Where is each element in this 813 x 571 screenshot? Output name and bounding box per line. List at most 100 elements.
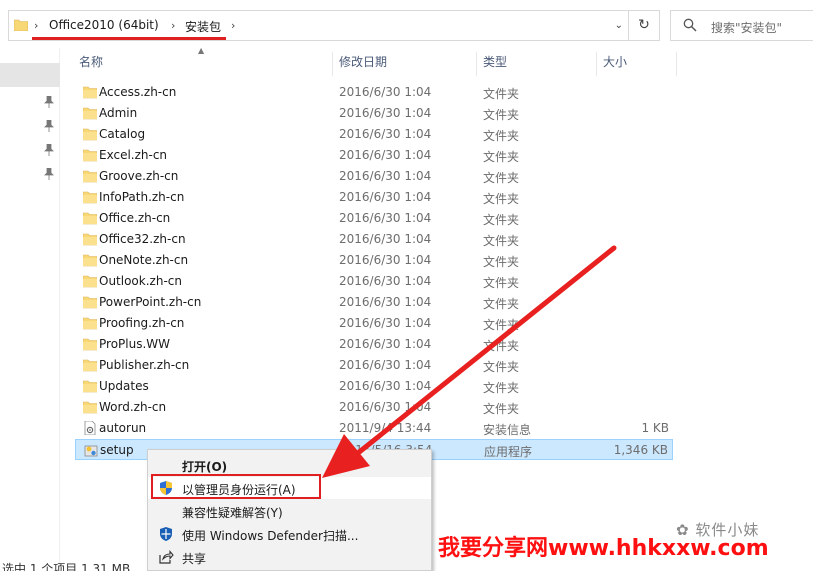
file-name: ProPlus.WW [99,337,171,351]
file-name: setup [100,443,134,457]
file-name: Groove.zh-cn [99,169,179,183]
folder-icon [14,19,28,31]
file-date: 2016/6/30 1:04 [339,358,432,372]
file-type: 文件夹 [483,276,520,290]
menu-item-share[interactable]: 共享 [148,546,431,568]
file-type: 文件夹 [483,129,520,143]
folder-icon [82,106,98,120]
file-name: Office32.zh-cn [99,232,186,246]
file-row[interactable]: Outlook.zh-cn 2016/6/30 1:04 文件夹 [75,271,673,292]
file-type: 文件夹 [483,360,520,374]
file-date: 2016/6/30 1:04 [339,85,432,99]
file-type: 安装信息 [483,423,532,437]
file-date: 2016/6/30 1:04 [339,232,432,246]
file-row[interactable]: Office.zh-cn 2016/6/30 1:04 文件夹 [75,208,673,229]
file-name: Office.zh-cn [99,211,171,225]
file-date: 2016/6/30 1:04 [339,106,432,120]
file-row[interactable]: Office32.zh-cn 2016/6/30 1:04 文件夹 [75,229,673,250]
file-date: 2016/6/30 1:04 [339,295,432,309]
file-type: 应用程序 [484,445,533,459]
file-row[interactable]: Access.zh-cn 2016/6/30 1:04 文件夹 [75,82,673,103]
file-row[interactable]: Catalog 2016/6/30 1:04 文件夹 [75,124,673,145]
file-type: 文件夹 [483,339,520,353]
search-box[interactable]: 搜索"安装包" [670,10,813,41]
settings-file-icon [83,420,97,436]
navigation-pane[interactable] [0,48,60,571]
pin-icon[interactable] [44,144,54,156]
column-header-size[interactable]: 大小 [597,52,677,76]
file-type: 文件夹 [483,381,520,395]
folder-icon [82,337,98,351]
file-row[interactable]: PowerPoint.zh-cn 2016/6/30 1:04 文件夹 [75,292,673,313]
file-row[interactable]: autorun 2011/9/4 13:44 安装信息 1 KB [75,418,673,439]
history-dropdown-icon[interactable]: ⌄ [615,20,623,31]
file-date: 2016/6/30 1:04 [339,169,432,183]
file-type: 文件夹 [483,108,520,122]
file-name: Access.zh-cn [99,85,177,99]
file-type: 文件夹 [483,318,520,332]
file-date: 2016/6/30 1:04 [339,127,432,141]
breadcrumb-item-office2010[interactable]: Office2010 (64bit) [49,18,159,32]
search-placeholder: 搜索"安装包" [711,21,783,35]
annotation-highlight-box [151,474,321,499]
file-row[interactable]: Publisher.zh-cn 2016/6/30 1:04 文件夹 [75,355,673,376]
menu-item-compatibility[interactable]: 兼容性疑难解答(Y) [148,500,431,522]
file-name: Outlook.zh-cn [99,274,182,288]
pin-icon[interactable] [44,120,54,132]
file-date: 2016/6/30 1:04 [339,337,432,351]
file-date: 2016/6/30 1:04 [339,148,432,162]
file-date: 2011/9/4 13:44 [339,421,432,435]
folder-icon [82,316,98,330]
folder-icon [82,190,98,204]
pin-icon[interactable] [44,168,54,180]
refresh-button[interactable]: ↻ [628,11,659,40]
file-type: 文件夹 [483,213,520,227]
file-date: 2016/6/30 1:04 [339,274,432,288]
file-row[interactable]: ProPlus.WW 2016/6/30 1:04 文件夹 [75,334,673,355]
file-row[interactable]: Updates 2016/6/30 1:04 文件夹 [75,376,673,397]
file-row[interactable]: OneNote.zh-cn 2016/6/30 1:04 文件夹 [75,250,673,271]
file-name: InfoPath.zh-cn [99,190,185,204]
menu-item-defender-scan[interactable]: 使用 Windows Defender扫描... [148,523,431,545]
file-name: Word.zh-cn [99,400,167,414]
file-size: 1 KB [641,421,669,435]
menu-item-open[interactable]: 打开(O) [148,454,431,476]
folder-icon [82,400,98,414]
file-row[interactable]: Word.zh-cn 2016/6/30 1:04 文件夹 [75,397,673,418]
breadcrumb-item-installer[interactable]: 安装包 [185,18,221,35]
file-row[interactable]: Excel.zh-cn 2016/6/30 1:04 文件夹 [75,145,673,166]
defender-shield-icon [160,527,172,541]
file-size: 1,346 KB [613,443,668,457]
breadcrumb-separator: › [231,19,236,32]
file-type: 文件夹 [483,87,520,101]
status-bar-text: 选中 1 个项目 1.31 MB [2,562,131,571]
pin-icon[interactable] [44,96,54,108]
folder-icon [82,211,98,225]
file-date: 2016/6/30 1:04 [339,253,432,267]
file-row[interactable]: Groove.zh-cn 2016/6/30 1:04 文件夹 [75,166,673,187]
file-date: 2016/6/30 1:04 [339,400,432,414]
file-row[interactable]: Proofing.zh-cn 2016/6/30 1:04 文件夹 [75,313,673,334]
nav-selected-item[interactable] [0,63,60,87]
file-date: 2016/6/30 1:04 [339,190,432,204]
column-header-type[interactable]: 类型 [477,52,597,76]
file-name: autorun [99,421,147,435]
share-icon [159,550,174,564]
column-header-name[interactable]: 名称 [73,52,333,76]
file-row[interactable]: Admin 2016/6/30 1:04 文件夹 [75,103,673,124]
file-type: 文件夹 [483,402,520,416]
file-type: 文件夹 [483,255,520,269]
folder-icon [82,274,98,288]
file-date: 2016/6/30 1:04 [339,211,432,225]
search-icon [683,18,697,32]
breadcrumb-separator: › [171,19,176,32]
file-row[interactable]: InfoPath.zh-cn 2016/6/30 1:04 文件夹 [75,187,673,208]
setup-app-icon [84,443,98,457]
column-header-date[interactable]: 修改日期 [333,52,477,76]
file-name: Publisher.zh-cn [99,358,190,372]
folder-icon [82,232,98,246]
file-name: PowerPoint.zh-cn [99,295,202,309]
file-type: 文件夹 [483,150,520,164]
folder-icon [82,379,98,393]
file-name: OneNote.zh-cn [99,253,189,267]
